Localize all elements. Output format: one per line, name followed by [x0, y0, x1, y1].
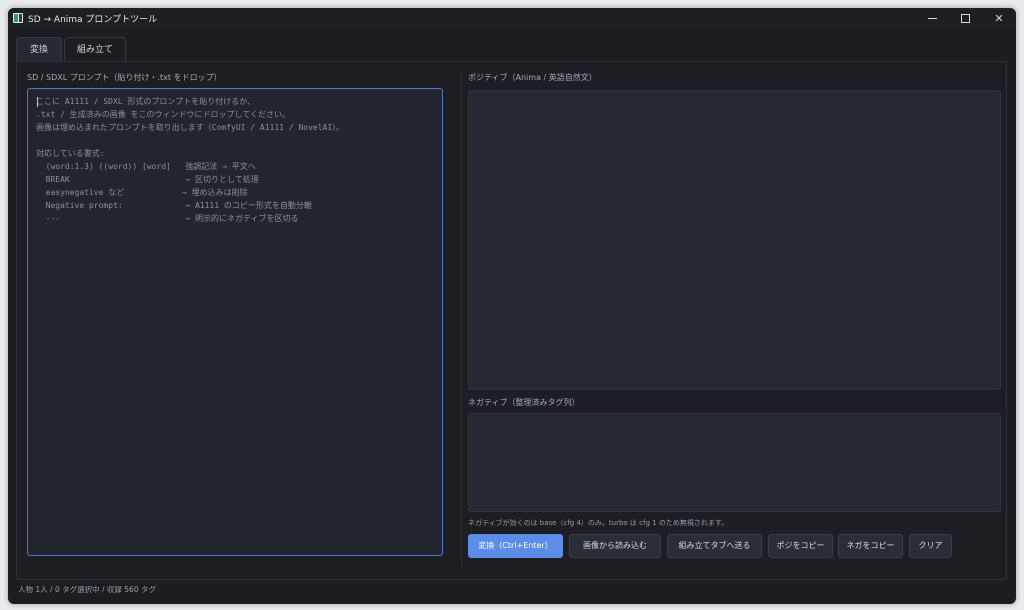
maximize-icon[interactable]	[948, 8, 982, 28]
sd-prompt-label: SD / SDXL プロンプト（貼り付け・.txt をドロップ）	[27, 73, 222, 82]
tab-assemble[interactable]: 組み立て	[64, 37, 126, 61]
app-icon	[13, 13, 23, 23]
positive-label: ポジティブ（Anima / 英語自然文）	[468, 73, 597, 82]
minimize-icon[interactable]	[915, 8, 949, 28]
negative-output[interactable]	[468, 413, 1001, 512]
negative-label: ネガティブ（整理済みタグ列）	[468, 398, 580, 407]
text-caret	[37, 97, 38, 107]
load-image-button[interactable]: 画像から読み込む	[569, 534, 661, 558]
clear-button[interactable]: クリア	[909, 534, 952, 558]
sd-prompt-panel: SD / SDXL プロンプト（貼り付け・.txt をドロップ） ここに A11…	[27, 72, 454, 572]
copy-positive-button[interactable]: ポジをコピー	[768, 534, 833, 558]
convert-button[interactable]: 変換（Ctrl+Enter）	[468, 534, 563, 558]
output-panel: ポジティブ（Anima / 英語自然文） ネガティブ（整理済みタグ列） ネガティ…	[468, 72, 1003, 572]
window-title: SD → Anima プロンプトツール	[28, 15, 158, 25]
sd-prompt-input[interactable]: ここに A1111 / SDXL 形式のプロンプトを貼り付けるか、 .txt /…	[27, 88, 443, 556]
convert-tab-content: SD / SDXL プロンプト（貼り付け・.txt をドロップ） ここに A11…	[16, 61, 1007, 580]
negative-note: ネガティブが効くのは base（cfg 4）のみ。turbo は cfg 1 の…	[468, 519, 729, 527]
tab-convert[interactable]: 変換	[16, 37, 62, 61]
close-icon[interactable]: ✕	[982, 8, 1016, 28]
title-bar: SD → Anima プロンプトツール ✕	[8, 8, 1016, 28]
positive-output[interactable]	[468, 90, 1001, 390]
send-to-assemble-button[interactable]: 組み立てタブへ送る	[667, 534, 762, 558]
copy-negative-button[interactable]: ネガをコピー	[838, 534, 903, 558]
app-window: SD → Anima プロンプトツール ✕ 変換 組み立て SD / SDXL …	[8, 8, 1016, 604]
panel-divider[interactable]	[461, 72, 462, 566]
status-bar: 人物 1人 / 0 タグ選択中 / 収録 560 タグ	[18, 585, 156, 594]
sd-prompt-placeholder: ここに A1111 / SDXL 形式のプロンプトを貼り付けるか、 .txt /…	[36, 97, 345, 223]
